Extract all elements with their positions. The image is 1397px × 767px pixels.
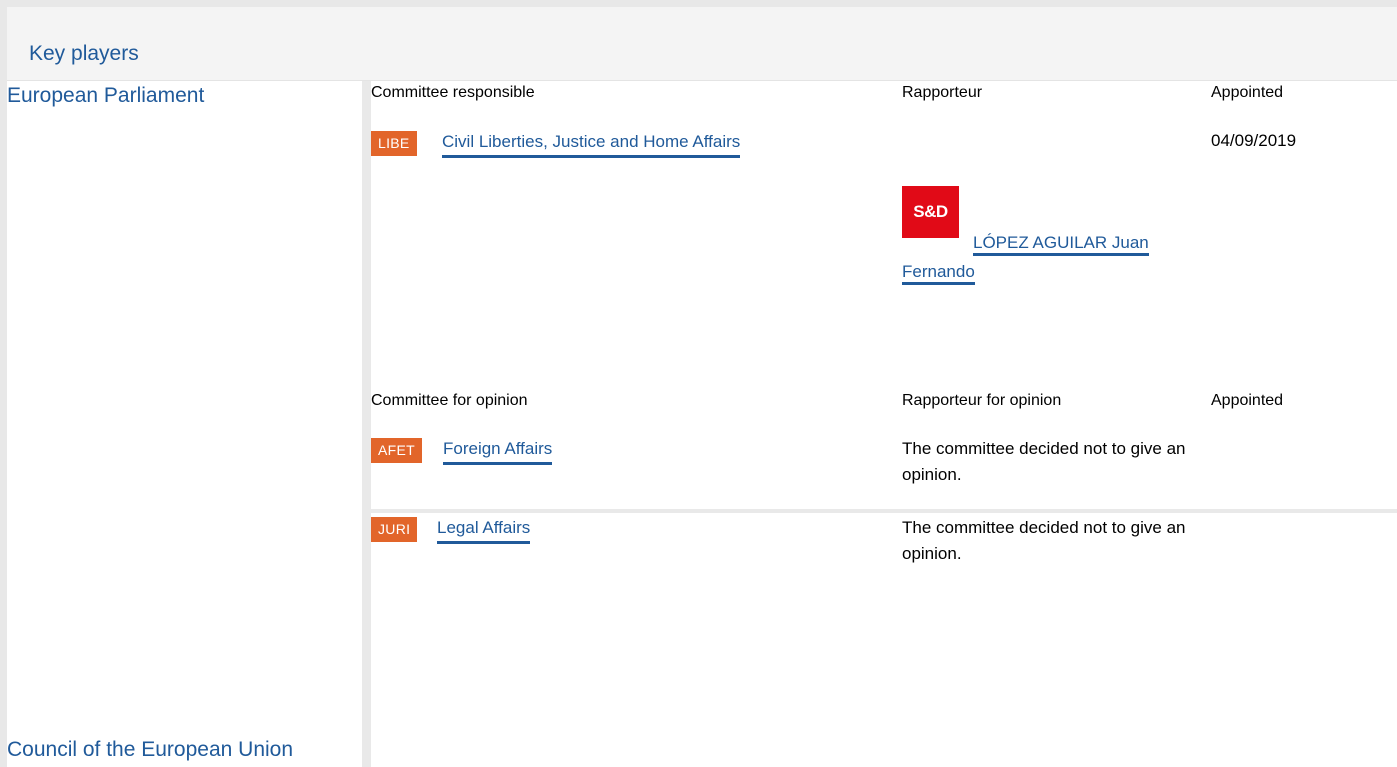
- key-players-section: Key players European Parliament Council …: [0, 0, 1397, 767]
- appointed-header: Appointed: [1211, 84, 1284, 101]
- committee-code-badge: LIBE: [371, 131, 417, 156]
- rapporteur-name[interactable]: LÓPEZ AGUILAR Juan Fernando: [902, 233, 1149, 285]
- opinion-status-juri: The committee decided not to give an opi…: [902, 518, 1186, 563]
- institution-council: Council of the European Union: [7, 738, 294, 761]
- opinion-status-afet: The committee decided not to give an opi…: [902, 439, 1186, 484]
- committee-link-libe[interactable]: Civil Liberties, Justice and Home Affair…: [442, 131, 741, 158]
- committee-link-afet[interactable]: Foreign Affairs: [443, 438, 553, 465]
- section-header: Key players: [7, 7, 1397, 81]
- institution-european-parliament: European Parliament: [7, 84, 205, 107]
- committee-code-badge-juri: JURI: [371, 517, 418, 542]
- rapporteur-link[interactable]: LÓPEZ AGUILAR Juan Fernando: [902, 228, 1202, 286]
- appointed-opinion-header: Appointed: [1211, 392, 1284, 409]
- committee-code-badge-afet: AFET: [371, 438, 422, 463]
- committee-opinion-header: Committee for opinion: [371, 392, 528, 409]
- rapporteur-opinion-header: Rapporteur for opinion: [902, 392, 1062, 409]
- page-frame: [0, 0, 1397, 767]
- appointed-date: 04/09/2019: [1211, 131, 1297, 150]
- rapporteur-header: Rapporteur: [902, 84, 983, 101]
- committee-link-juri[interactable]: Legal Affairs: [437, 517, 531, 544]
- row-divider: [371, 509, 1397, 513]
- section-title: Key players: [29, 42, 139, 65]
- column-divider: [362, 81, 371, 767]
- committee-responsible-header: Committee responsible: [371, 84, 535, 101]
